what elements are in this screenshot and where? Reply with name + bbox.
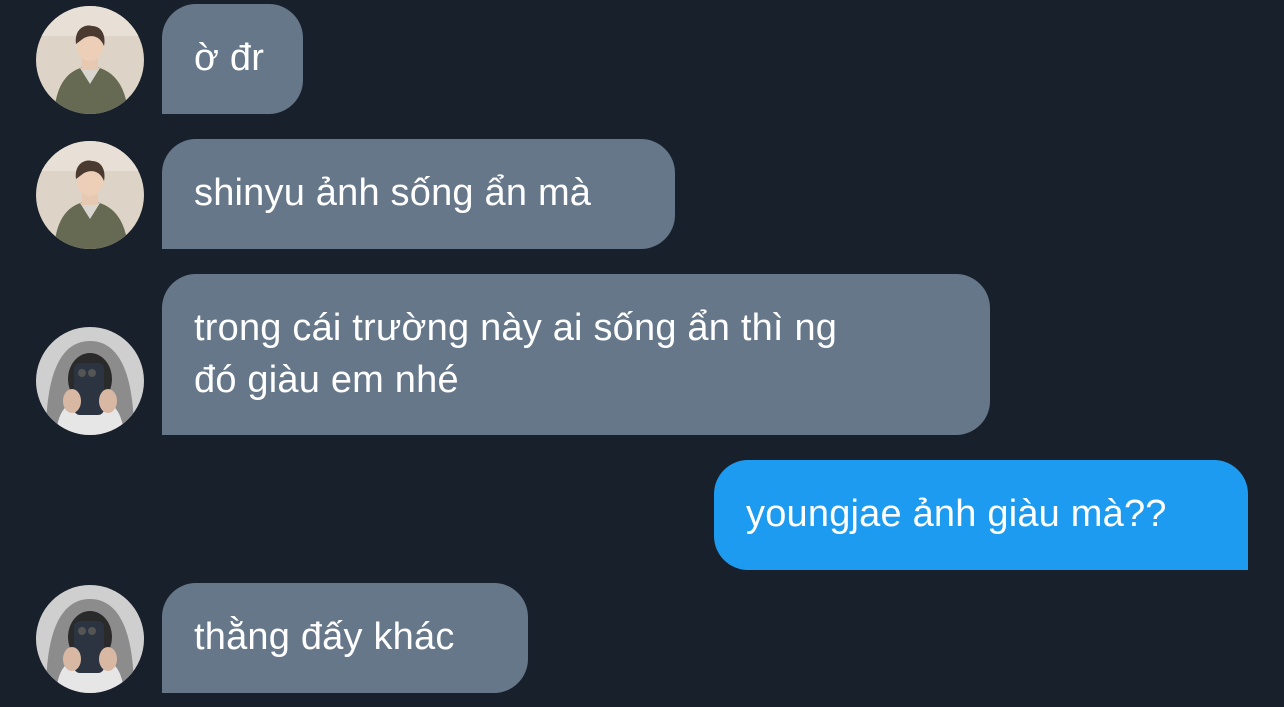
avatar-mirror-selfie-icon (36, 585, 144, 693)
message-bubble[interactable]: trong cái trường này ai sống ẩn thì ng đ… (162, 274, 990, 435)
avatar-boy-green-jacket-icon (36, 6, 144, 114)
message-bubble[interactable]: shinyu ảnh sống ẩn mà (162, 139, 675, 249)
message-bubble-sent[interactable]: youngjae ảnh giàu mà?? (714, 460, 1248, 570)
message-text: youngjae ảnh giàu mà?? (746, 493, 1167, 535)
avatar-boy-green-jacket-icon (36, 141, 144, 249)
avatar-mirror-selfie-icon (36, 327, 144, 435)
message-text: thằng đấy khác (194, 616, 455, 658)
message-bubble[interactable]: thằng đấy khác (162, 583, 528, 693)
message-bubble[interactable]: ờ đr (162, 4, 303, 114)
chat-thread: ờ đr shinyu ảnh sống ẩn mà trong cái trư… (0, 0, 1284, 707)
message-text: ờ đr (194, 37, 265, 79)
message-text: trong cái trường này ai sống ẩn thì ng đ… (194, 307, 838, 401)
message-text: shinyu ảnh sống ẩn mà (194, 172, 592, 214)
avatar[interactable] (36, 585, 144, 693)
avatar[interactable] (36, 141, 144, 249)
avatar[interactable] (36, 327, 144, 435)
avatar[interactable] (36, 6, 144, 114)
